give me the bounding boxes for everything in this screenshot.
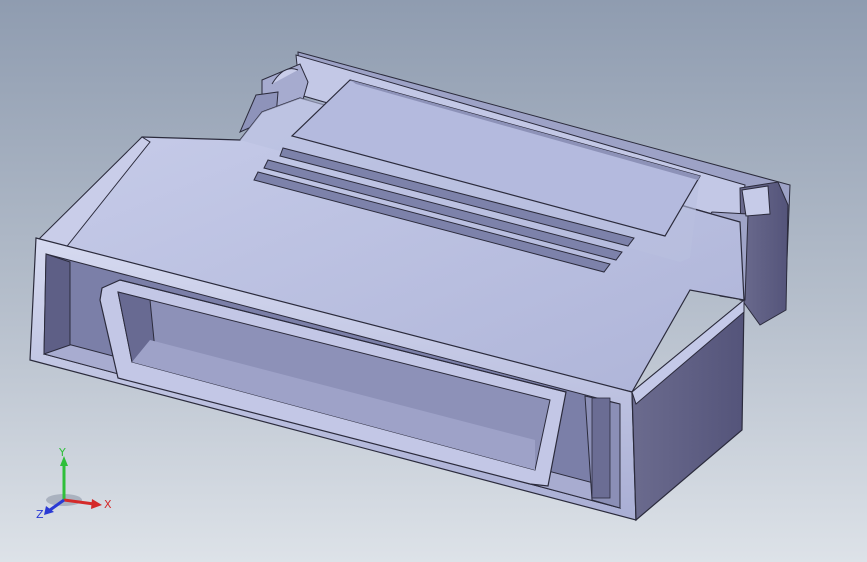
graphics-viewport[interactable]: Y X Z [0,0,867,562]
connector-backshell-model[interactable] [0,0,867,562]
x-axis-label: X [104,498,112,511]
z-axis-label: Z [36,508,44,521]
x-axis-arrow [91,499,102,509]
view-orientation-triad: Y X Z [36,446,112,521]
y-axis-label: Y [58,446,66,459]
